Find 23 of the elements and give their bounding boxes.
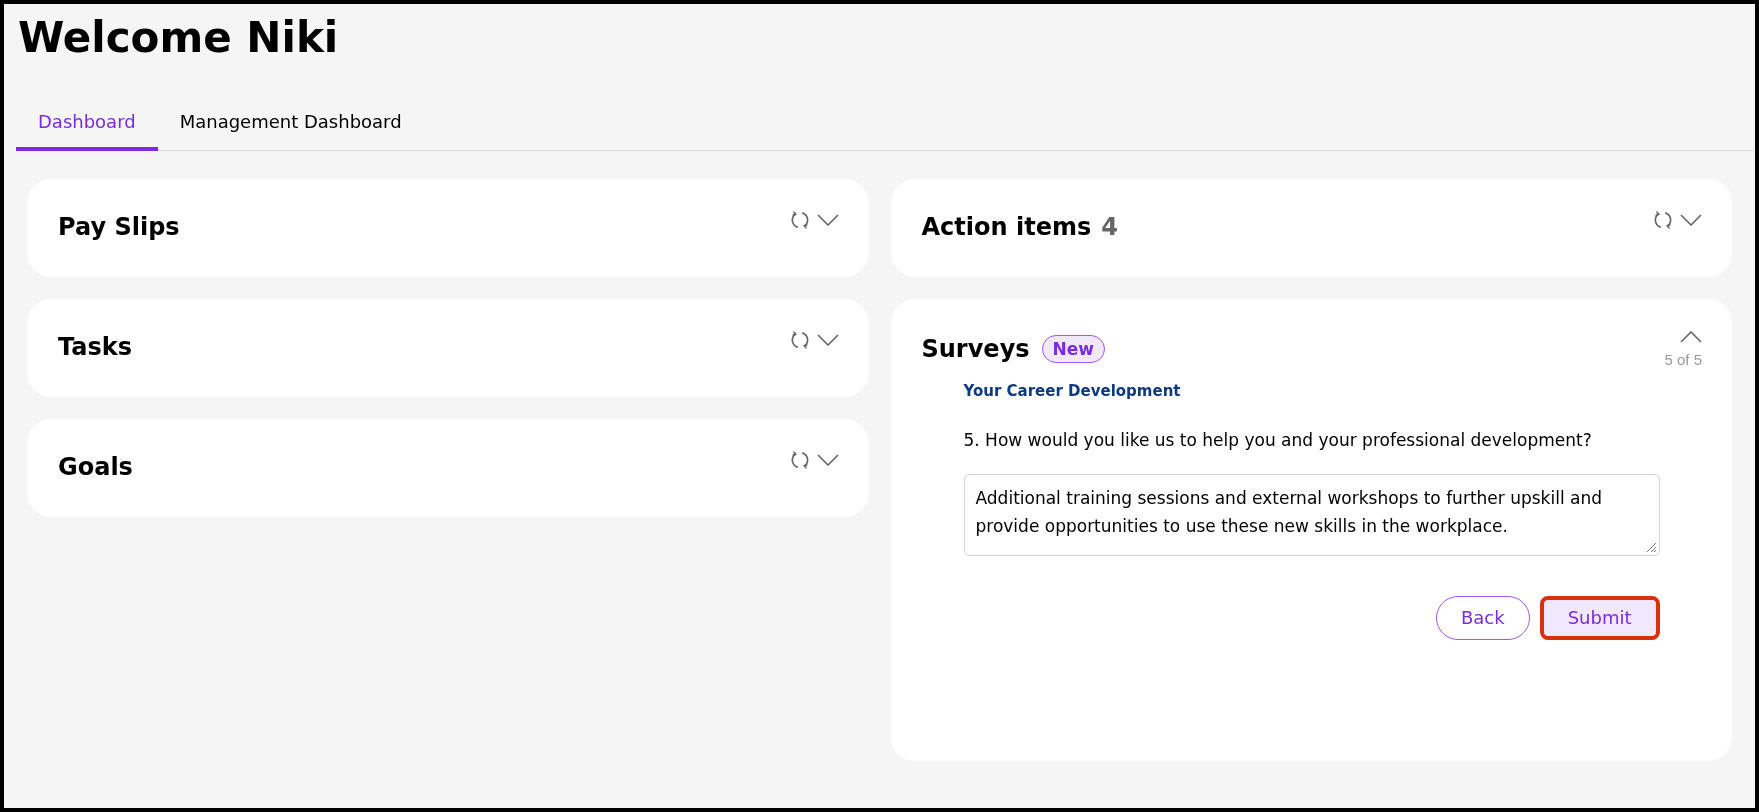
section-heading: Your Career Development [963,380,1181,402]
card-title: Surveys [921,334,1030,365]
chevron-down-icon[interactable] [816,334,839,346]
chevron-down-icon[interactable] [816,454,839,466]
item-count: 4 [1101,212,1118,243]
page-counter: 5 of 5 [1664,350,1702,370]
new-badge: New [1041,335,1106,363]
card-title: Tasks [58,332,132,363]
tab[interactable]: Dashboard [16,106,158,151]
chevron-down-icon[interactable] [816,214,839,226]
page-title: Welcome Niki [18,12,339,64]
tab[interactable]: Management Dashboard [157,106,424,151]
answer-field[interactable]: Additional training sessions and external workshops to further upskill and provide opportunities to use these new skills in the workplace. [963,473,1660,556]
submit-button[interactable]: Submit [1539,595,1660,640]
question-text: 5. How would you like us to help you and your professional development? [963,429,1592,452]
chevron-down-icon[interactable] [1680,214,1702,226]
card-title: Goals [58,452,133,483]
chevron-up-icon[interactable] [1680,331,1702,343]
card-title: Action items [921,212,1092,243]
card-title: Pay Slips [58,212,180,243]
refresh-icon[interactable] [1652,209,1674,231]
back-button[interactable]: Back [1435,595,1530,640]
resize-handle-icon[interactable] [1644,540,1657,553]
